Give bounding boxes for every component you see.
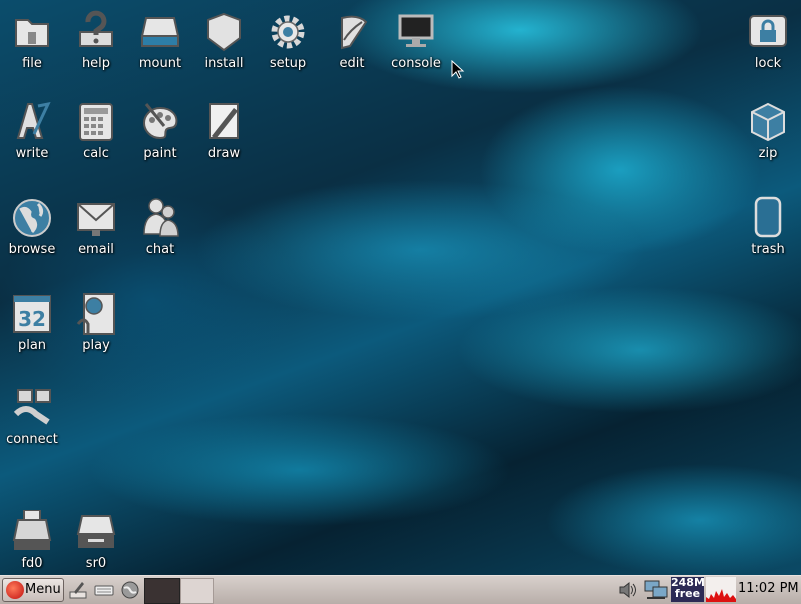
cpu-graph-icon — [706, 589, 736, 602]
gear-icon — [271, 15, 305, 49]
taskbar: Menu 248M free 11:02 PM — [0, 575, 801, 604]
desktop-icon-browse[interactable]: browse — [0, 196, 64, 258]
write-icon — [16, 101, 51, 139]
menu-button-label: Menu — [25, 582, 61, 597]
desktop-icon-label: calc — [83, 146, 109, 161]
people-icon — [143, 198, 179, 237]
desktop-icon-play[interactable]: play — [64, 292, 128, 354]
desktop-icon-help[interactable]: help — [64, 10, 128, 72]
globe-icon — [13, 199, 51, 237]
desktop-icon-trash[interactable]: trash — [736, 196, 800, 258]
desktop-icon-edit[interactable]: edit — [320, 10, 384, 72]
desktop-icon-install[interactable]: install — [192, 10, 256, 72]
desktop-icon-label: browse — [8, 242, 56, 257]
desktop-icon-connect[interactable]: connect — [0, 386, 64, 448]
optical-drive-icon — [76, 515, 116, 548]
desktop-icon-label: write — [15, 146, 49, 161]
shield-icon — [207, 12, 241, 52]
desktop-icon-label: sr0 — [85, 556, 107, 571]
desktop-icon-sr0[interactable]: sr0 — [64, 510, 128, 572]
desktop-icon-label: edit — [339, 56, 365, 71]
media-player-icon — [76, 293, 115, 335]
draw-icon — [209, 103, 239, 139]
desktop-icon-label: zip — [758, 146, 778, 161]
envelope-icon — [77, 203, 115, 236]
floppy-drive-icon — [12, 510, 52, 550]
desktop-icon-label: connect — [6, 432, 58, 447]
drive-icon — [140, 17, 180, 47]
desktop-icon-lock[interactable]: lock — [736, 10, 800, 72]
help-icon — [79, 10, 113, 47]
calculator-icon — [79, 103, 113, 141]
workspace-2[interactable] — [180, 578, 214, 604]
desktop-icon-draw[interactable]: draw — [192, 100, 256, 162]
edit-pencil-icon[interactable] — [68, 580, 88, 600]
desktop-icon-write[interactable]: write — [0, 100, 64, 162]
folder-icon — [15, 19, 49, 47]
clock[interactable]: 11:02 PM — [738, 581, 799, 596]
calendar-date: 32 — [18, 307, 46, 331]
desktop-icon-label: paint — [143, 146, 177, 161]
desktop-icon-label: install — [204, 56, 244, 71]
desktop: file help mount install setup edit conso… — [0, 0, 801, 575]
desktop-icon-setup[interactable]: setup — [256, 10, 320, 72]
desktop-icon-fd0[interactable]: fd0 — [0, 510, 64, 572]
lock-icon — [749, 15, 787, 47]
desktop-icon-paint[interactable]: paint — [128, 100, 192, 162]
desktop-icon-label: email — [78, 242, 114, 257]
desktop-icon-label: chat — [145, 242, 175, 257]
cpu-graph[interactable] — [706, 577, 736, 602]
desktop-icon-label: fd0 — [21, 556, 43, 571]
volume-icon[interactable] — [617, 579, 637, 601]
desktop-icon-label: play — [82, 338, 110, 353]
network-status-icon[interactable] — [643, 579, 669, 601]
desktop-icon-console[interactable]: console — [384, 10, 448, 72]
mouse-pointer-icon — [451, 60, 465, 79]
calendar-icon: 32 — [13, 295, 51, 333]
desktop-icon-plan[interactable]: 32 plan — [0, 292, 64, 354]
desktop-icon-file[interactable]: file — [0, 10, 64, 72]
palette-icon — [142, 103, 178, 140]
desktop-icon-label: setup — [269, 56, 307, 71]
trash-icon — [754, 196, 782, 238]
desktop-icon-label: plan — [17, 338, 47, 353]
menu-button[interactable]: Menu — [2, 578, 64, 602]
network-icon — [13, 389, 51, 425]
desktop-icon-label: console — [391, 56, 441, 71]
desktop-icon-label: lock — [754, 56, 782, 71]
workspace-1[interactable] — [144, 578, 180, 604]
desktop-icon-label: help — [81, 56, 111, 71]
desktop-icon-chat[interactable]: chat — [128, 196, 192, 258]
memory-free-label: free — [674, 587, 701, 600]
desktop-icon-label: file — [22, 56, 42, 71]
desktop-icon-mount[interactable]: mount — [128, 10, 192, 72]
globe-quick-icon[interactable] — [120, 580, 140, 600]
desktop-icon-calc[interactable]: calc — [64, 100, 128, 162]
desktop-icon-label: mount — [138, 56, 182, 71]
monitor-icon — [398, 14, 434, 47]
desktop-icon-label: trash — [751, 242, 785, 257]
archive-box-icon — [751, 102, 785, 142]
keyboard-icon[interactable] — [94, 580, 114, 600]
desktop-icon-label: draw — [207, 146, 241, 161]
memory-monitor[interactable]: 248M free — [671, 577, 705, 602]
desktop-icon-email[interactable]: email — [64, 196, 128, 258]
desktop-icon-zip[interactable]: zip — [736, 100, 800, 162]
menu-logo-icon — [6, 581, 24, 599]
quill-edit-icon — [341, 15, 368, 50]
